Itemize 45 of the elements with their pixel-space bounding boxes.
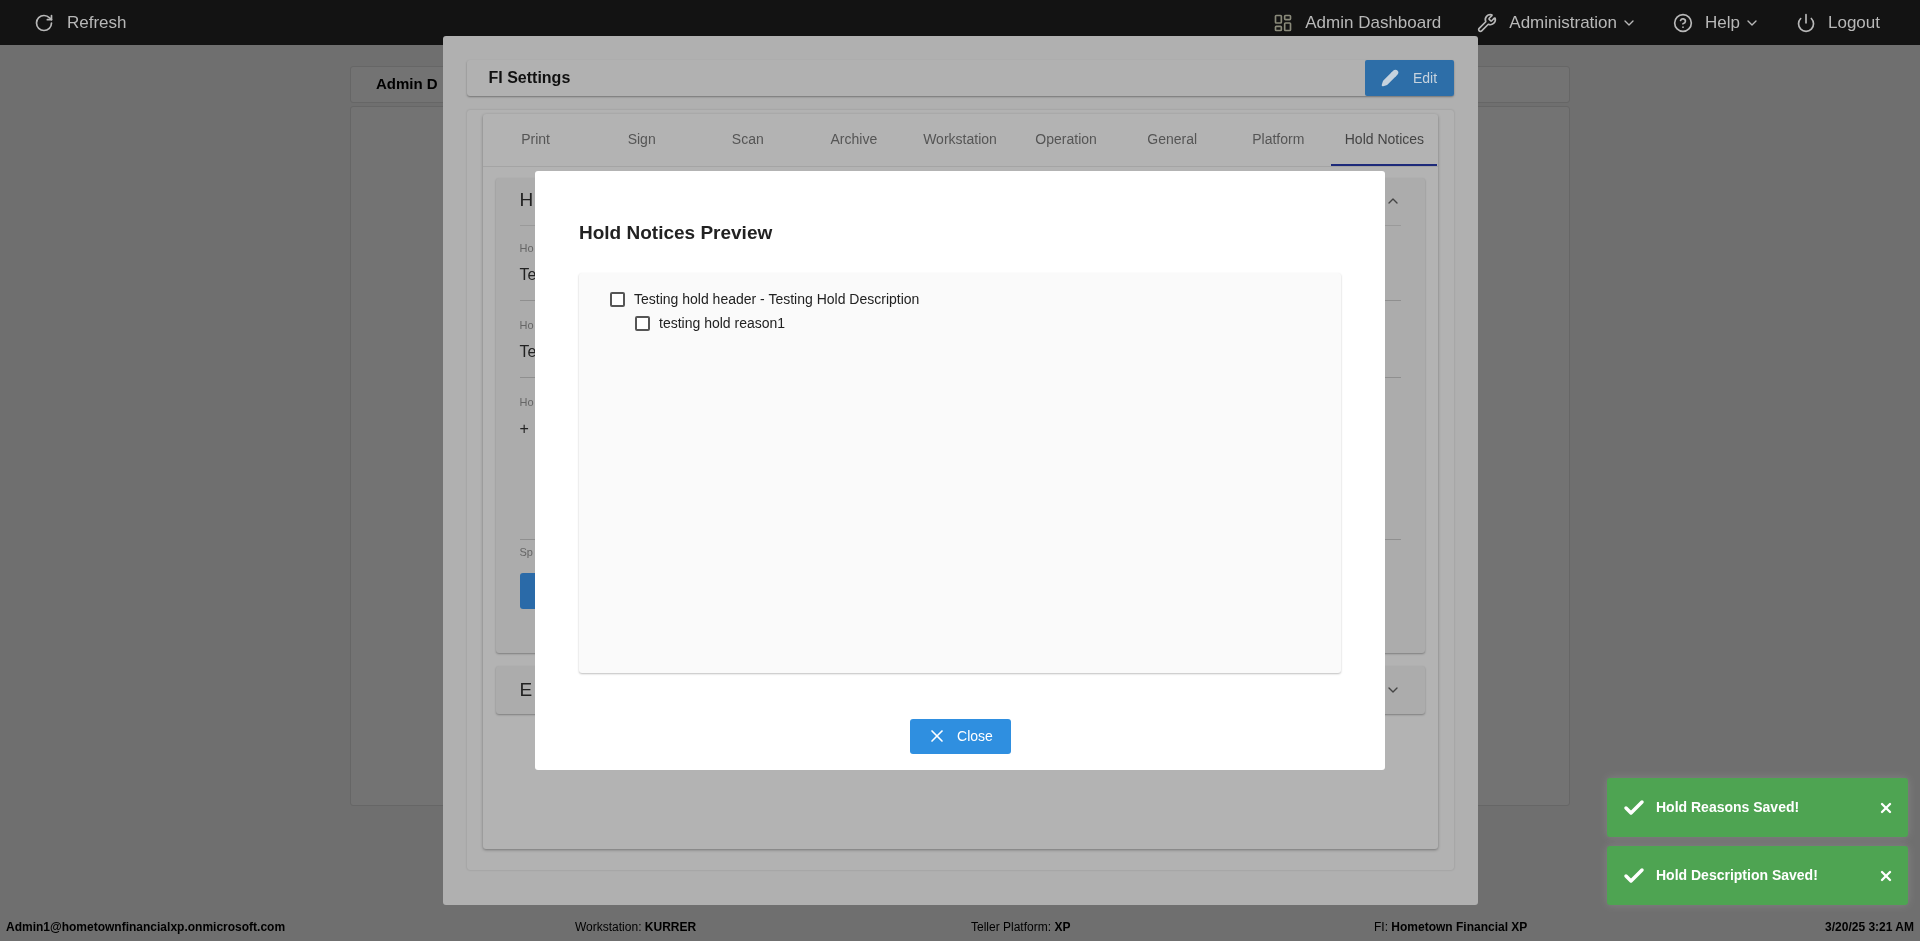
wrench-icon bbox=[1477, 12, 1498, 33]
pencil-icon bbox=[1380, 69, 1399, 87]
status-field: Workstation: KURRER bbox=[575, 918, 971, 936]
tab[interactable]: Scan bbox=[694, 114, 801, 166]
field-label: Ho bbox=[519, 318, 534, 333]
toast-message: Hold Reasons Saved! bbox=[1656, 798, 1801, 817]
checkbox[interactable] bbox=[635, 316, 650, 331]
panel-title: E bbox=[519, 677, 533, 702]
field-value: Te bbox=[519, 341, 537, 362]
field-label: Ho bbox=[519, 241, 534, 256]
menu-item[interactable]: Logout bbox=[1796, 9, 1880, 36]
field-value: Te bbox=[519, 264, 537, 285]
tab[interactable]: Platform bbox=[1225, 114, 1332, 166]
close-button[interactable]: Close bbox=[909, 718, 1011, 754]
tab[interactable]: Sign bbox=[588, 114, 695, 166]
tree-item-label: testing hold reason1 bbox=[659, 314, 786, 333]
tab[interactable]: Workstation bbox=[906, 114, 1014, 166]
tab[interactable]: Hold Notices bbox=[1331, 114, 1438, 166]
tab[interactable]: Print bbox=[482, 114, 589, 166]
refresh-button[interactable]: Refresh bbox=[34, 9, 127, 36]
dashboard-icon bbox=[1273, 12, 1294, 33]
field-label: Ho bbox=[519, 395, 534, 410]
card-title: Admin D bbox=[376, 74, 438, 95]
dialog-title: Hold Notices Preview bbox=[579, 221, 774, 245]
edit-button[interactable]: Edit bbox=[1364, 60, 1454, 96]
status-datetime: 3/20/25 3:21 AM bbox=[1825, 919, 1914, 936]
helper-text: Sp bbox=[519, 545, 533, 560]
power-icon bbox=[1796, 12, 1816, 33]
tree-item-label: Testing hold header - Testing Hold Description bbox=[634, 290, 920, 309]
menu-item[interactable]: Administration bbox=[1477, 9, 1638, 36]
tab[interactable]: General bbox=[1119, 114, 1226, 166]
field-value: + bbox=[519, 418, 529, 439]
menu-item[interactable]: Help bbox=[1673, 9, 1760, 36]
toast-message: Hold Description Saved! bbox=[1656, 866, 1819, 885]
menu-item[interactable]: Admin Dashboard bbox=[1273, 9, 1442, 36]
status-user: Admin1@hometownfinancialxp.onmicrosoft.com bbox=[6, 919, 287, 936]
status-field: FI: Hometown Financial XP bbox=[1374, 918, 1826, 936]
tab[interactable]: Archive bbox=[800, 114, 907, 166]
refresh-icon bbox=[34, 12, 54, 33]
settings-title: FI Settings bbox=[488, 68, 571, 88]
panel-title: H bbox=[519, 188, 534, 213]
help-icon bbox=[1673, 12, 1694, 33]
status-field: Teller Platform: XP bbox=[971, 918, 1374, 936]
tab[interactable]: Operation bbox=[1013, 114, 1120, 166]
checkbox[interactable] bbox=[610, 292, 625, 307]
